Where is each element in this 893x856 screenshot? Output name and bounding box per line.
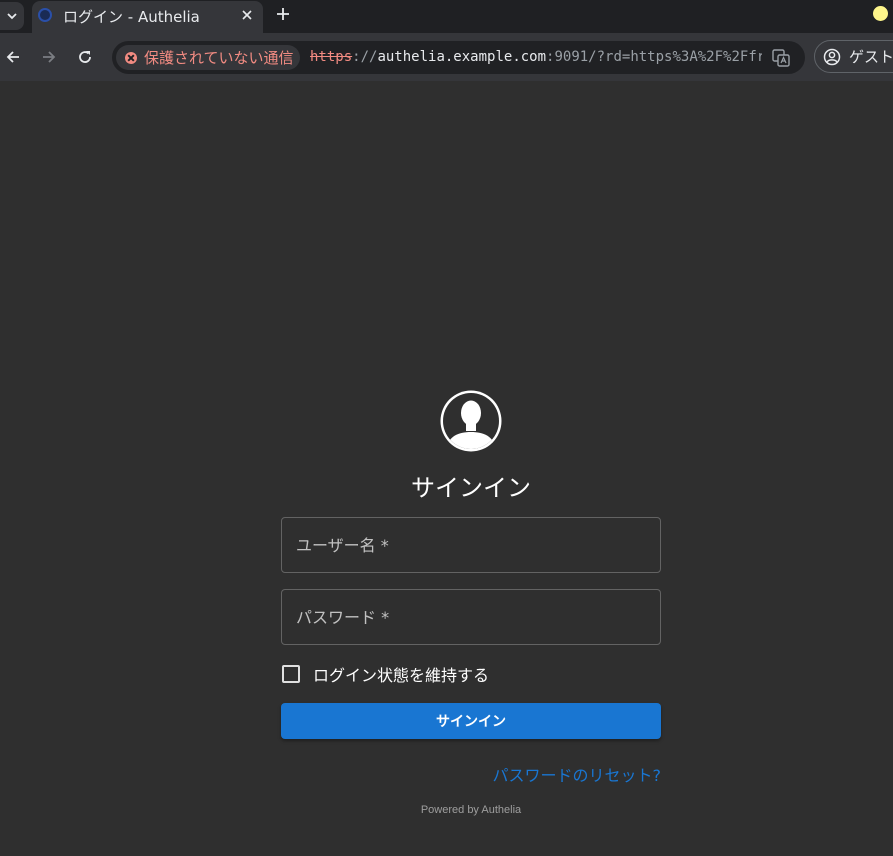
window-indicator-icon (873, 6, 888, 21)
url-text[interactable]: https://authelia.example.com:9091/?rd=ht… (310, 49, 762, 65)
url-scheme: https (310, 49, 353, 65)
back-button[interactable] (3, 47, 23, 67)
powered-by-footer: Powered by Authelia (420, 804, 522, 816)
arrow-left-icon (6, 51, 19, 63)
tab-strip: ログイン - Authelia (0, 0, 893, 33)
close-icon[interactable] (239, 7, 255, 23)
security-label: 保護されていない通信 (144, 49, 294, 67)
password-field[interactable] (281, 589, 661, 645)
user-avatar-icon (440, 390, 502, 452)
insecure-warning-icon (125, 51, 137, 64)
password-input[interactable] (282, 590, 660, 644)
sign-in-button[interactable]: サインイン (281, 703, 661, 739)
forward-button[interactable] (39, 47, 59, 67)
username-field[interactable] (281, 517, 661, 573)
reset-password-link[interactable]: パスワードのリセット? (493, 762, 662, 786)
account-circle-icon (823, 48, 841, 65)
url-path: :9091/?rd=https%3A%2F%2Ffro… (546, 49, 762, 65)
profile-button[interactable]: ゲスト (814, 40, 893, 73)
page-title: サインイン (411, 474, 531, 502)
arrow-right-icon (43, 51, 56, 63)
authelia-favicon-icon (38, 8, 52, 22)
profile-label: ゲスト (849, 48, 893, 66)
tab-search-button[interactable] (0, 2, 24, 30)
reload-icon (79, 51, 91, 63)
address-bar[interactable]: 保護されていない通信 https://authelia.example.com:… (112, 41, 805, 74)
reload-button[interactable] (75, 47, 95, 67)
browser-toolbar: 保護されていない通信 https://authelia.example.com:… (0, 33, 893, 81)
active-tab[interactable]: ログイン - Authelia (32, 1, 263, 33)
tab-title: ログイン - Authelia (63, 8, 200, 26)
login-page: サインイン ログイン状態を維持する サインイン パスワードのリセット? Powe… (0, 81, 893, 856)
chevron-down-icon (7, 13, 17, 20)
url-separator: :// (352, 49, 378, 65)
remember-me-option[interactable]: ログイン状態を維持する (281, 661, 489, 687)
new-tab-plus-icon[interactable] (275, 6, 291, 22)
username-input[interactable] (282, 518, 660, 572)
remember-me-label: ログイン状態を維持する (313, 666, 490, 685)
translate-icon[interactable] (772, 49, 790, 67)
security-chip[interactable]: 保護されていない通信 (116, 45, 300, 70)
url-host: authelia.example.com (377, 49, 547, 65)
remember-me-checkbox[interactable] (282, 665, 300, 683)
